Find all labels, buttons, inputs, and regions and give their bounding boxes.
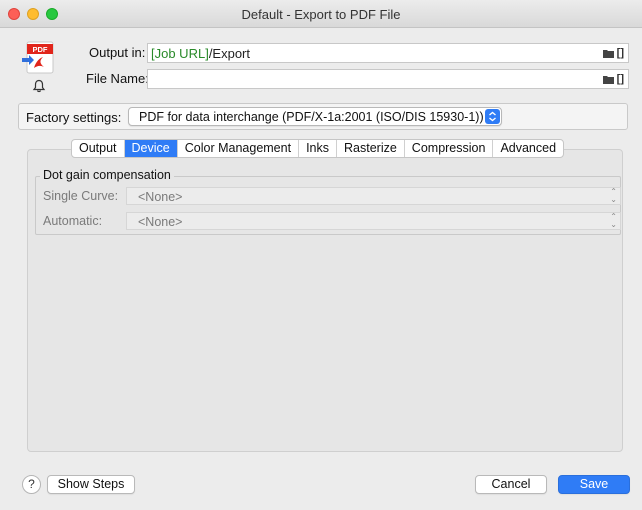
tab-advanced[interactable]: Advanced [493, 140, 563, 157]
dot-gain-title: Dot gain compensation [40, 168, 174, 182]
chevron-updown-icon [485, 109, 500, 124]
pdf-export-icon: PDF [22, 41, 54, 74]
tab-color-management[interactable]: Color Management [178, 140, 300, 157]
window-title: Default - Export to PDF File [241, 7, 401, 22]
tab-compression[interactable]: Compression [405, 140, 494, 157]
folder-icon[interactable] [602, 49, 614, 58]
tab-inks[interactable]: Inks [299, 140, 337, 157]
factory-settings-popup[interactable]: PDF for data interchange (PDF/X-1a:2001 … [128, 107, 502, 126]
single-curve-label: Single Curve: [43, 189, 119, 203]
job-url-token[interactable]: [Job URL] [151, 46, 209, 61]
output-path: /Export [208, 46, 250, 61]
bell-icon[interactable] [32, 79, 46, 93]
chevron-updown-icon: ⌃ ⌄ [610, 187, 617, 204]
file-name-label: File Name: [86, 71, 149, 86]
variable-bracket-icon[interactable]: [] [617, 73, 624, 85]
help-button[interactable]: ? [22, 475, 41, 494]
field-tools: [] [602, 47, 624, 59]
folder-icon[interactable] [602, 75, 614, 84]
factory-settings-label: Factory settings: [26, 110, 122, 125]
single-curve-value: <None> [138, 190, 183, 204]
tab-device[interactable]: Device [124, 140, 178, 157]
field-tools: [] [602, 73, 624, 85]
automatic-label: Automatic: [43, 214, 103, 228]
cancel-button[interactable]: Cancel [475, 475, 547, 494]
factory-settings-bar: Factory settings: PDF for data interchan… [18, 103, 628, 130]
file-name-field[interactable]: [] [147, 69, 629, 89]
save-button[interactable]: Save [558, 475, 630, 494]
chevron-updown-icon: ⌃ ⌄ [610, 212, 617, 229]
variable-bracket-icon[interactable]: [] [617, 47, 624, 59]
output-in-label: Output in: [89, 45, 146, 60]
automatic-value: <None> [138, 215, 183, 229]
output-in-field[interactable]: [Job URL]/Export [] [147, 43, 629, 63]
output-in-value: [Job URL]/Export [151, 46, 250, 61]
automatic-select[interactable]: <None> ⌃ ⌄ [126, 212, 621, 230]
tab-rasterize[interactable]: Rasterize [337, 140, 405, 157]
pdf-badge-text: PDF [33, 45, 48, 54]
settings-tabs: Output Device Color Management Inks Rast… [71, 139, 565, 158]
single-curve-select[interactable]: <None> ⌃ ⌄ [126, 187, 621, 205]
factory-settings-value: PDF for data interchange (PDF/X-1a:2001 … [139, 110, 484, 124]
title-bar: Default - Export to PDF File [0, 0, 642, 28]
export-dialog: Default - Export to PDF File PDF Output … [0, 0, 642, 510]
tab-output[interactable]: Output [72, 140, 125, 157]
show-steps-button[interactable]: Show Steps [47, 475, 135, 494]
